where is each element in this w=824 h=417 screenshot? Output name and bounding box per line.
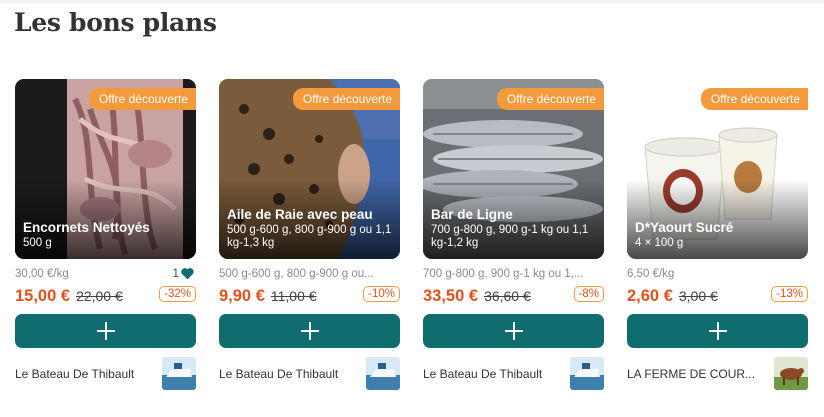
product-image[interactable]: Offre découverte Aile de Raie avec peau … (219, 79, 400, 259)
current-price: 2,60 € (627, 286, 673, 305)
seller-link[interactable]: Le Bateau De Thibault (15, 357, 196, 390)
product-card[interactable]: Offre découverte D*Yaourt Sucré 4 × 100 … (627, 79, 808, 390)
product-name: Aile de Raie avec peau (227, 207, 373, 222)
current-price: 9,90 € (219, 286, 265, 305)
seller-link[interactable]: Le Bateau De Thibault (219, 357, 400, 390)
plus-icon (300, 322, 319, 340)
old-price: 11,00 € (270, 288, 317, 304)
old-price: 22,00 € (76, 288, 123, 304)
product-card[interactable]: Offre découverte Encornets Nettoyés 500 … (15, 79, 196, 390)
add-to-cart-button[interactable] (219, 314, 400, 348)
plus-icon (96, 322, 115, 340)
unit-price: 500 g-600 g, 800 g-900 g ou... (219, 268, 374, 280)
product-image[interactable]: Offre découverte D*Yaourt Sucré 4 × 100 … (627, 79, 808, 259)
seller-name: Le Bateau De Thibault (15, 366, 135, 381)
top-divider (0, 0, 824, 3)
product-image[interactable]: Offre découverte Bar de Ligne 700 g-800 … (423, 79, 604, 259)
product-description: 500 g-600 g, 800 g-900 g ou 1,1 kg-1,3 k… (227, 224, 392, 249)
current-price: 33,50 € (423, 286, 479, 305)
seller-name: Le Bateau De Thibault (219, 366, 339, 381)
seller-logo (162, 357, 196, 390)
add-to-cart-button[interactable] (423, 314, 604, 348)
discount-badge: -13% (771, 286, 808, 302)
seller-link[interactable]: LA FERME DE COUR... (627, 357, 808, 390)
old-price: 3,00 € (678, 288, 718, 304)
product-description: 500 g (23, 237, 52, 249)
offer-badge: Offre découverte (700, 88, 808, 110)
current-price: 15,00 € (15, 286, 71, 305)
unit-price: 30,00 €/kg (15, 268, 69, 280)
add-to-cart-button[interactable] (627, 314, 808, 348)
seller-logo (570, 357, 604, 390)
unit-price: 6,50 €/kg (627, 268, 675, 280)
offer-badge: Offre découverte (292, 88, 400, 110)
section-title: Les bons plans (14, 8, 217, 37)
seller-name: Le Bateau De Thibault (423, 366, 543, 381)
discount-badge: -32% (159, 286, 196, 302)
offer-badge: Offre découverte (496, 88, 604, 110)
old-price: 36,60 € (484, 288, 531, 304)
product-image[interactable]: Offre découverte Encornets Nettoyés 500 … (15, 79, 196, 259)
add-to-cart-button[interactable] (15, 314, 196, 348)
discount-badge: -10% (363, 286, 400, 302)
product-name: Encornets Nettoyés (23, 220, 150, 235)
seller-link[interactable]: Le Bateau De Thibault (423, 357, 604, 390)
product-name: Bar de Ligne (431, 207, 513, 222)
offer-badge: Offre découverte (88, 88, 196, 110)
product-description: 700 g-800 g, 900 g-1 kg ou 1,1 kg-1,2 kg (431, 224, 589, 249)
product-name: D*Yaourt Sucré (635, 220, 734, 235)
plus-icon (504, 322, 523, 340)
seller-name: LA FERME DE COUR... (627, 366, 756, 381)
seller-logo (774, 357, 808, 390)
heart-icon (181, 267, 194, 279)
like-button[interactable]: 1 (172, 266, 195, 280)
product-card[interactable]: Offre découverte Bar de Ligne 700 g-800 … (423, 79, 604, 390)
discount-badge: -8% (573, 286, 604, 302)
like-count: 1 (172, 266, 179, 280)
product-card[interactable]: Offre découverte Aile de Raie avec peau … (219, 79, 400, 390)
unit-price: 700 g-800 g, 900 g-1 kg ou 1,... (423, 268, 584, 280)
product-description: 4 × 100 g (635, 237, 684, 249)
plus-icon (708, 322, 727, 340)
seller-logo (366, 357, 400, 390)
